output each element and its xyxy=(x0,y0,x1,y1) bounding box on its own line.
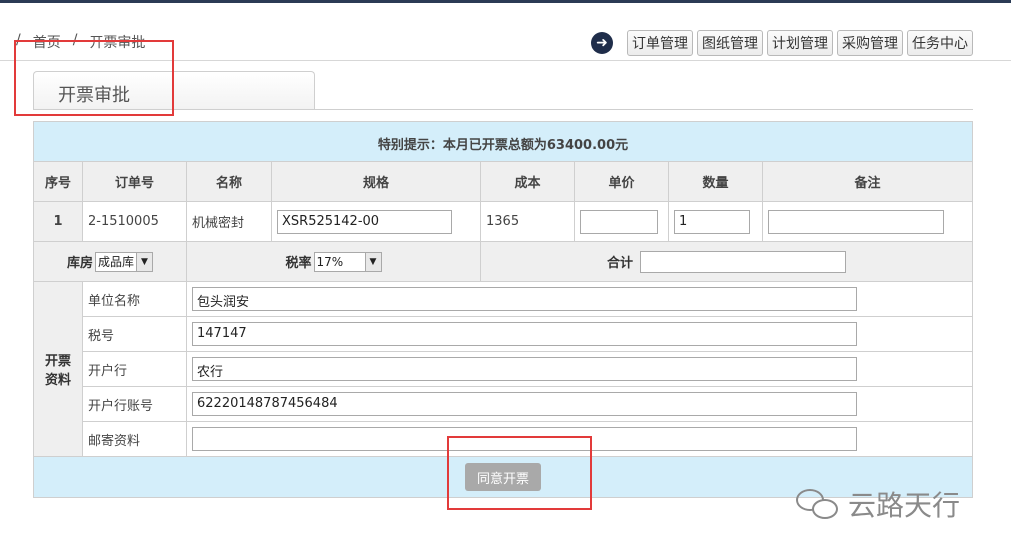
chevron-down-icon: ▼ xyxy=(364,252,381,271)
wechat-icon xyxy=(796,487,840,521)
notice-banner: 特别提示：本月已开票总额为63400.00元 xyxy=(34,122,972,162)
highlight-box-button xyxy=(447,436,592,510)
nav-purchase-management-button[interactable]: 采购管理 xyxy=(837,30,903,56)
header-order-no: 订单号 xyxy=(83,162,187,202)
spec-input[interactable]: XSR525142-00 xyxy=(277,209,452,234)
row-quantity-cell: 1 xyxy=(669,202,763,242)
nav-task-center-button[interactable]: 任务中心 xyxy=(907,30,973,56)
tax-rate-label: 税率 xyxy=(285,256,312,271)
bank-cell: 农行 xyxy=(187,352,972,387)
bank-input[interactable]: 农行 xyxy=(192,357,857,381)
row-remark-cell xyxy=(763,202,972,242)
invoice-info-label-line1: 开票 xyxy=(44,354,71,369)
tax-rate-select-value: 17% xyxy=(316,254,344,269)
header-remark: 备注 xyxy=(763,162,972,202)
tax-rate-select[interactable]: 17% ▼ xyxy=(313,251,382,272)
tax-id-label: 税号 xyxy=(83,317,187,352)
header-cost: 成本 xyxy=(481,162,575,202)
header-unit-price: 单价 xyxy=(575,162,669,202)
tax-rate-cell: 税率 17% ▼ xyxy=(187,242,481,282)
top-border xyxy=(0,0,1011,3)
header-name: 名称 xyxy=(187,162,272,202)
mailing-info-label: 邮寄资料 xyxy=(83,422,187,457)
highlight-box-tab xyxy=(14,40,174,116)
row-unit-price-cell xyxy=(575,202,669,242)
invoice-info-section-label: 开票 资料 xyxy=(34,282,83,457)
total-label: 合计 xyxy=(607,256,634,271)
warehouse-select[interactable]: 成品库 ▼ xyxy=(95,251,154,272)
nav-drawing-management-button[interactable]: 图纸管理 xyxy=(697,30,763,56)
tax-id-cell: 147147 xyxy=(187,317,972,352)
total-input[interactable] xyxy=(640,250,846,273)
warehouse-cell: 库房 成品库 ▼ xyxy=(34,242,187,282)
row-name: 机械密封 xyxy=(187,202,272,242)
row-order-no: 2-1510005 xyxy=(83,202,187,242)
company-name-label: 单位名称 xyxy=(83,282,187,317)
watermark-text: 云路天行 xyxy=(848,489,961,522)
header-quantity: 数量 xyxy=(669,162,763,202)
tax-id-input[interactable]: 147147 xyxy=(192,322,857,346)
row-cost: 1365 xyxy=(481,202,575,242)
chevron-down-icon: ▼ xyxy=(136,252,153,271)
row-index: 1 xyxy=(34,202,83,242)
header-index: 序号 xyxy=(34,162,83,202)
quantity-input[interactable]: 1 xyxy=(674,209,750,234)
company-name-cell: 包头润安 xyxy=(187,282,972,317)
invoice-info-label-line2: 资料 xyxy=(44,373,71,388)
remark-input[interactable] xyxy=(768,209,944,234)
arrow-right-icon: ➜ xyxy=(591,32,613,54)
top-nav: ➜ 订单管理 图纸管理 计划管理 采购管理 任务中心 xyxy=(591,30,973,56)
bank-account-label: 开户行账号 xyxy=(83,387,187,422)
warehouse-label: 库房 xyxy=(66,256,93,271)
unit-price-input[interactable] xyxy=(580,209,658,234)
nav-order-management-button[interactable]: 订单管理 xyxy=(627,30,693,56)
nav-plan-management-button[interactable]: 计划管理 xyxy=(767,30,833,56)
total-cell: 合计 xyxy=(481,242,972,282)
bank-account-input[interactable]: 62220148787456484 xyxy=(192,392,857,416)
header-spec: 规格 xyxy=(272,162,481,202)
tab-divider xyxy=(33,109,973,110)
bank-account-cell: 62220148787456484 xyxy=(187,387,972,422)
warehouse-select-value: 成品库 xyxy=(98,255,135,269)
company-name-input[interactable]: 包头润安 xyxy=(192,287,857,311)
row-spec-cell: XSR525142-00 xyxy=(272,202,481,242)
bank-label: 开户行 xyxy=(83,352,187,387)
watermark: 云路天行 xyxy=(796,484,960,524)
